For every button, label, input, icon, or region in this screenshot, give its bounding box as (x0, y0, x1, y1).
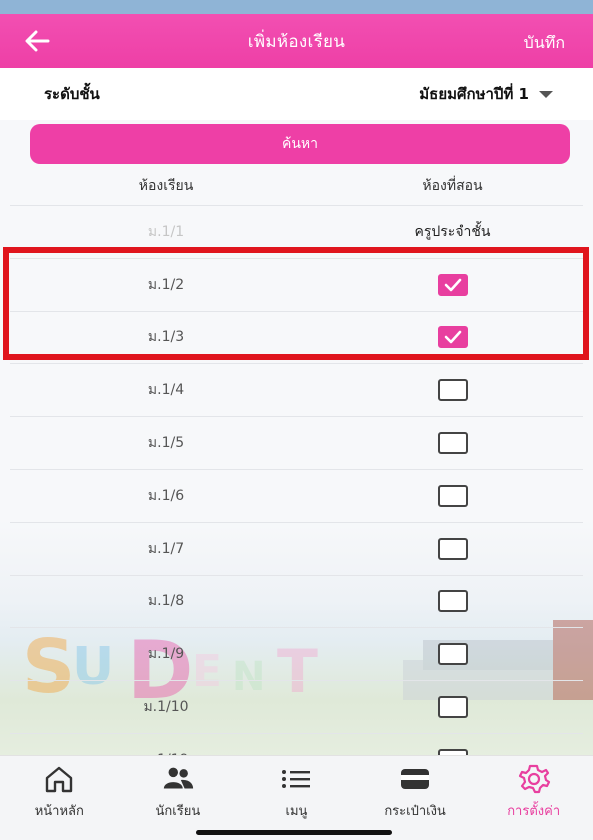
back-button[interactable] (22, 27, 52, 55)
nav-item-wallet[interactable]: กระเป๋าเงิน (356, 756, 475, 840)
nav-item-menu-list[interactable]: เมนู (237, 756, 356, 840)
nav-label: นักเรียน (155, 804, 201, 819)
table-row: ม.1/9 (10, 627, 583, 680)
table-row: ม.1/3 (10, 310, 583, 364)
homeroom-teacher-label: ครูประจำชั้น (414, 223, 491, 240)
wallet-icon (398, 764, 432, 794)
checkmark-icon (444, 278, 461, 291)
nav-item-gear[interactable]: การตั้งค่า (474, 756, 593, 840)
search-button[interactable]: ค้นหา (30, 124, 570, 164)
nav-item-home[interactable]: หน้าหลัก (0, 756, 119, 840)
teach-cell (322, 326, 583, 349)
room-name: ม.1/5 (147, 435, 185, 452)
menu-list-icon (279, 764, 313, 794)
teach-cell (322, 537, 583, 560)
table-header: ห้องเรียน ห้องที่สอน (10, 168, 583, 204)
table-row: ม.1/4 (10, 363, 583, 416)
page: เพิ่มห้องเรียน บันทึก ระดับชั้น มัธยมศึก… (0, 0, 593, 840)
teach-cell (322, 643, 583, 666)
users-icon (161, 764, 195, 794)
gear-icon (517, 764, 551, 794)
table-row: ม.1/10 (10, 680, 583, 733)
room-name: ม.1/7 (147, 540, 185, 557)
page-title: เพิ่มห้องเรียน (247, 31, 346, 52)
room-name: ม.1/4 (147, 382, 185, 399)
teach-checkbox[interactable] (437, 590, 468, 613)
bottom-navigation: หน้าหลัก นักเรียน เมนู กระเป๋าเงิน การตั้งค่… (0, 755, 593, 840)
column-header-teach: ห้องที่สอน (422, 178, 483, 194)
room-name: ม.1/9 (147, 646, 185, 663)
teach-checkbox[interactable] (437, 484, 468, 507)
teach-cell (322, 696, 583, 719)
room-name: ม.1/3 (147, 329, 185, 346)
room-name: ม.1/8 (147, 593, 185, 610)
teach-checkbox[interactable] (437, 379, 468, 402)
room-name: ม.1/6 (147, 487, 185, 504)
teach-cell (322, 379, 583, 402)
level-dropdown-value: มัธยมศึกษาปีที่ 1 (419, 85, 529, 103)
room-name: ม.1/1 (147, 223, 185, 240)
teach-cell (322, 590, 583, 613)
teach-checkbox[interactable] (437, 537, 468, 560)
room-table: ม.1/1 ครูประจำชั้นม.1/2 ม.1/3 ม.1/4 ม.1/5 ม.1… (10, 205, 583, 786)
table-row: ม.1/2 (10, 257, 583, 311)
nav-item-users[interactable]: นักเรียน (119, 756, 238, 840)
save-button[interactable]: บันทึก (524, 31, 565, 56)
room-name: ม.1/2 (147, 276, 185, 293)
table-row: ม.1/8 (10, 574, 583, 628)
table-row: ม.1/7 (10, 521, 583, 575)
nav-label: เมนู (285, 804, 308, 819)
checkmark-icon (444, 331, 461, 344)
teach-checkbox[interactable] (437, 273, 468, 296)
arrow-left-icon (25, 30, 50, 52)
table-row: ม.1/5 (10, 416, 583, 469)
teach-cell (322, 432, 583, 455)
nav-label: หน้าหลัก (34, 804, 84, 819)
teach-cell (322, 273, 583, 296)
teach-checkbox[interactable] (437, 643, 468, 666)
table-row: ม.1/6 (10, 468, 583, 522)
home-icon (42, 764, 76, 794)
column-header-room: ห้องเรียน (138, 178, 194, 194)
room-name: ม.1/10 (143, 699, 189, 716)
status-bar (0, 0, 593, 14)
nav-label: การตั้งค่า (507, 804, 561, 819)
nav-label: กระเป๋าเงิน (384, 804, 446, 819)
teach-checkbox[interactable] (437, 326, 468, 349)
teach-checkbox[interactable] (437, 432, 468, 455)
teach-cell (322, 484, 583, 507)
teach-checkbox[interactable] (437, 696, 468, 719)
level-filter-row: ระดับชั้น มัธยมศึกษาปีที่ 1 (0, 68, 593, 120)
home-indicator (196, 830, 392, 835)
level-dropdown[interactable]: มัธยมศึกษาปีที่ 1 (419, 82, 553, 106)
level-label: ระดับชั้น (44, 85, 100, 103)
table-row: ม.1/1 ครูประจำชั้น (10, 205, 583, 258)
caret-down-icon (539, 90, 553, 98)
app-header: เพิ่มห้องเรียน บันทึก (0, 14, 593, 68)
